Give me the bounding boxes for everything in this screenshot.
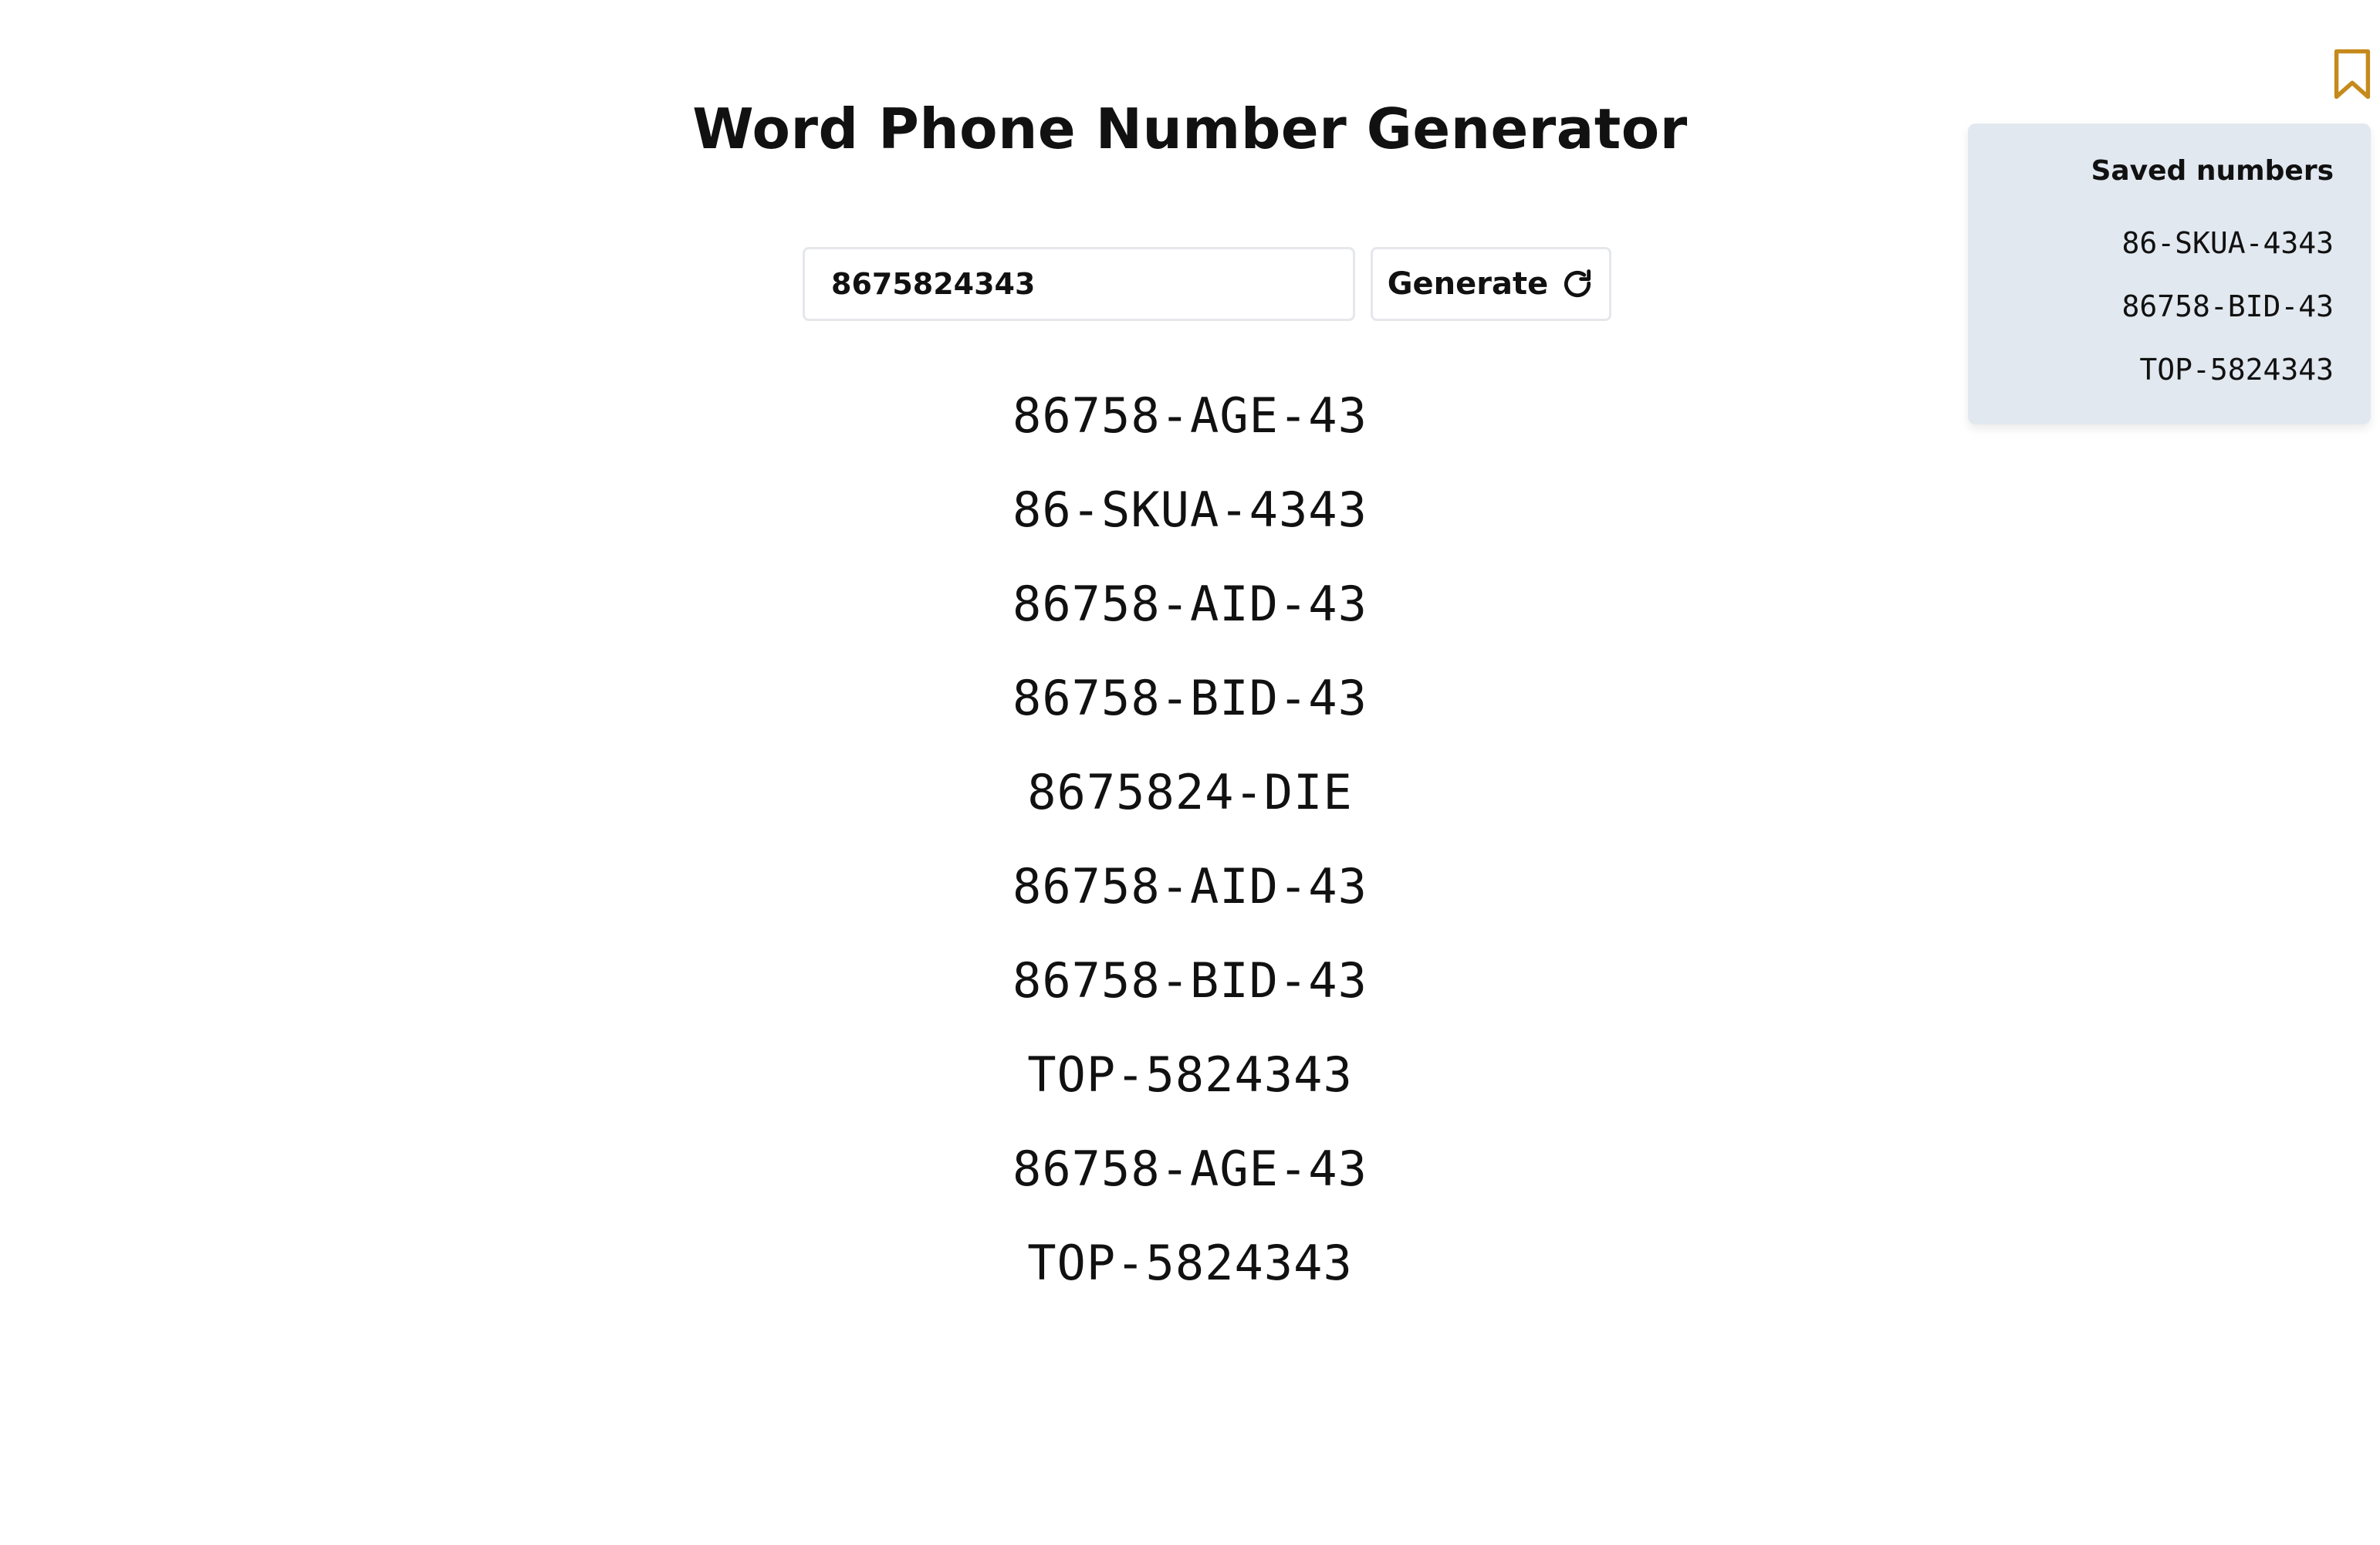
result-item[interactable]: 86758-AID-43 [0, 557, 2380, 651]
saved-numbers-list: 86-SKUA-4343 86758-BID-43 TOP-5824343 [1968, 211, 2334, 401]
refresh-icon [1564, 269, 1591, 298]
result-item[interactable]: 86758-AID-43 [0, 840, 2380, 934]
phone-number-input[interactable] [803, 247, 1355, 321]
generate-button[interactable]: Generate [1371, 247, 1611, 321]
saved-numbers-panel: Saved numbers 86-SKUA-4343 86758-BID-43 TO… [1968, 123, 2371, 424]
results-list: 86758-AGE-43 86-SKUA-4343 86758-AID-43 8675… [0, 369, 2380, 1310]
bookmark-icon[interactable] [2331, 48, 2374, 100]
result-item[interactable]: TOP-5824343 [0, 1216, 2380, 1310]
result-item[interactable]: 86758-BID-43 [0, 651, 2380, 745]
result-item[interactable]: 86758-BID-43 [0, 934, 2380, 1028]
saved-number-item[interactable]: 86758-BID-43 [1968, 275, 2334, 338]
saved-number-item[interactable]: 86-SKUA-4343 [1968, 211, 2334, 275]
result-item[interactable]: 86758-AGE-43 [0, 1122, 2380, 1216]
result-item[interactable]: 86-SKUA-4343 [0, 463, 2380, 557]
result-item[interactable]: 8675824-DIE [0, 745, 2380, 840]
saved-number-item[interactable]: TOP-5824343 [1968, 338, 2334, 401]
generate-button-label: Generate [1387, 266, 1549, 302]
result-item[interactable]: TOP-5824343 [0, 1028, 2380, 1122]
saved-numbers-title: Saved numbers [2091, 155, 2334, 187]
